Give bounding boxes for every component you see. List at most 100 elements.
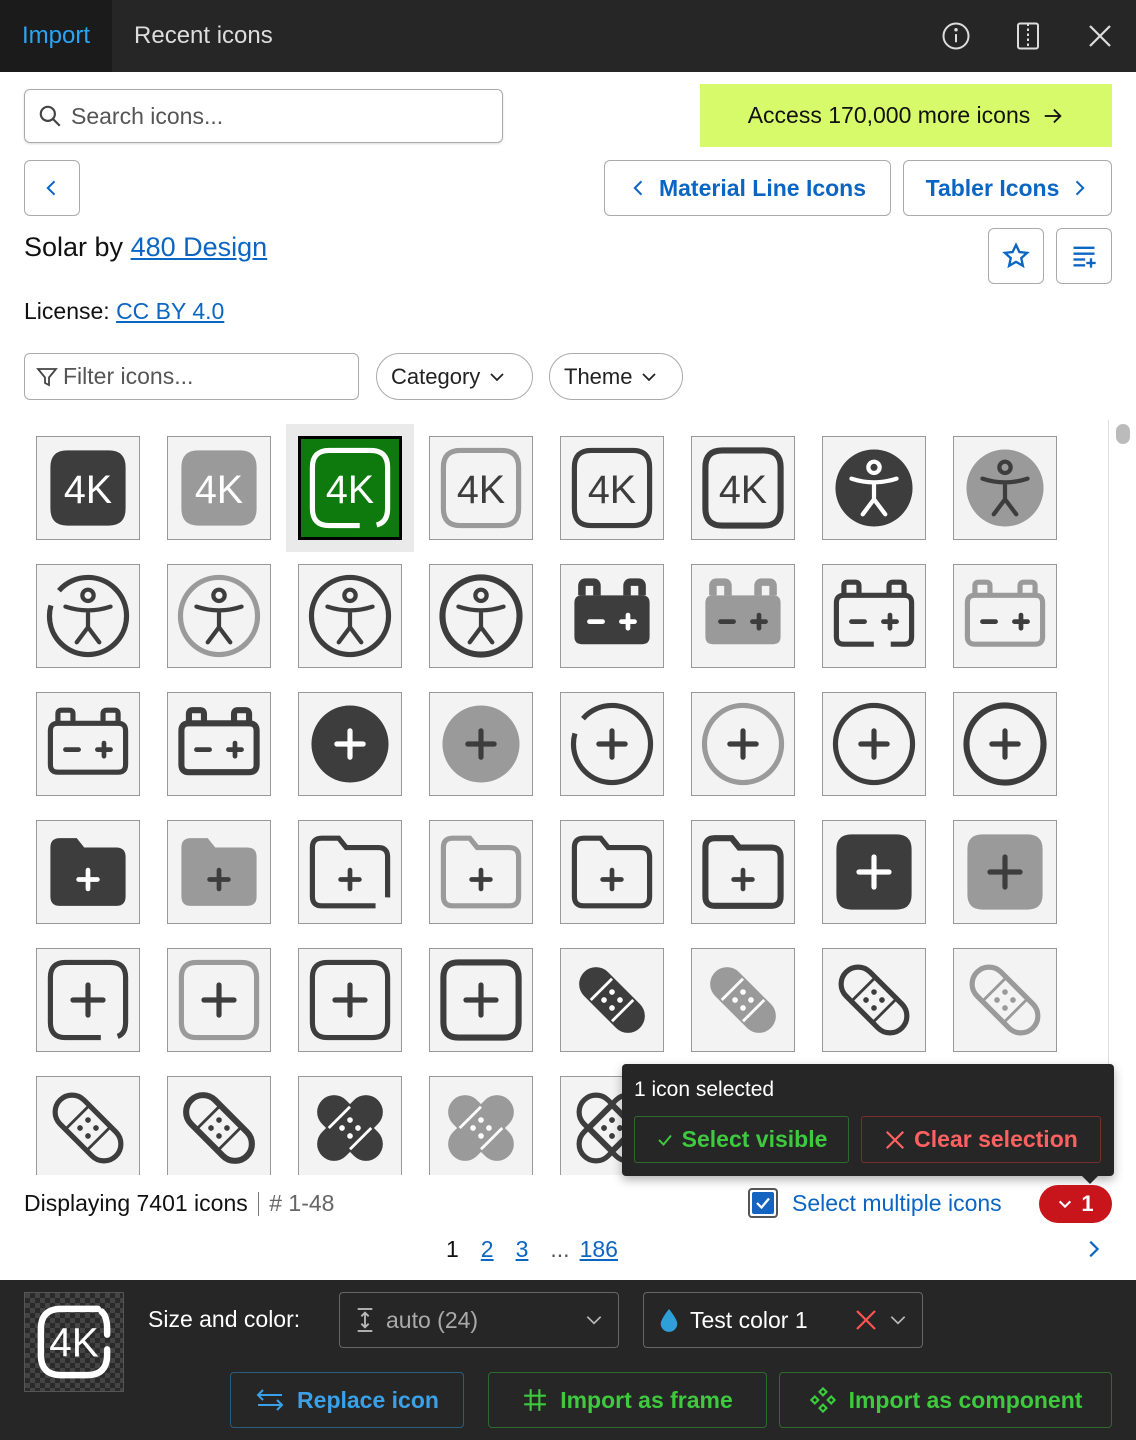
page-link[interactable]: 2	[481, 1236, 494, 1263]
add-square-bold-icon	[836, 834, 912, 910]
page-link-last[interactable]: 186	[580, 1236, 618, 1263]
icon-cell[interactable]	[298, 692, 402, 796]
icon-cell[interactable]	[953, 564, 1057, 668]
info-icon[interactable]	[920, 0, 992, 72]
import-as-component-button[interactable]: Import as component	[779, 1372, 1112, 1428]
icon-cell[interactable]: 4K	[298, 436, 402, 540]
replace-icon-button[interactable]: Replace icon	[230, 1372, 464, 1428]
split-view-icon[interactable]	[992, 0, 1064, 72]
icon-cell[interactable]	[953, 436, 1057, 540]
icon-cell[interactable]	[691, 564, 795, 668]
4k-broken-icon: 4K	[37, 1305, 111, 1379]
select-multiple-checkbox[interactable]	[748, 1188, 778, 1218]
adhesive-plaster-linear-icon	[52, 1092, 124, 1164]
icon-cell[interactable]	[167, 820, 271, 924]
tab-recent-icons[interactable]: Recent icons	[112, 0, 295, 72]
page-link[interactable]: 3	[516, 1236, 529, 1263]
icon-cell[interactable]	[298, 1076, 402, 1175]
icon-cell[interactable]	[822, 948, 926, 1052]
icon-cell[interactable]	[429, 820, 533, 924]
search-icon	[39, 105, 61, 127]
back-button[interactable]	[24, 160, 80, 216]
clear-selection-button[interactable]: Clear selection	[861, 1116, 1101, 1163]
icon-cell[interactable]	[36, 948, 140, 1052]
selection-count-badge[interactable]: 1	[1039, 1185, 1112, 1223]
scrollbar-thumb[interactable]	[1116, 424, 1130, 444]
filter-box[interactable]	[24, 353, 359, 400]
select-multiple-toggle[interactable]: Select multiple icons	[748, 1188, 1002, 1218]
icon-cell[interactable]	[298, 948, 402, 1052]
import-as-frame-label: Import as frame	[560, 1386, 733, 1413]
pagination: 1 2 3 ... 186	[446, 1236, 618, 1263]
icon-cell[interactable]	[429, 564, 533, 668]
icon-cell[interactable]	[36, 564, 140, 668]
icon-cell[interactable]: 4K	[691, 436, 795, 540]
icon-cell[interactable]	[36, 692, 140, 796]
close-icon[interactable]	[1064, 0, 1136, 72]
icon-cell[interactable]	[167, 948, 271, 1052]
icon-cell[interactable]	[953, 820, 1057, 924]
iconset-settings-button[interactable]	[1056, 228, 1112, 284]
icon-cell[interactable]	[691, 820, 795, 924]
icon-cell[interactable]	[822, 820, 926, 924]
icon-cell[interactable]	[560, 564, 664, 668]
accumulator-broken-icon	[833, 579, 915, 647]
filter-input[interactable]	[63, 363, 348, 390]
adhesive-plaster-bold-icon	[579, 967, 645, 1033]
remove-color-icon[interactable]	[854, 1308, 878, 1332]
check-icon	[756, 1197, 770, 1210]
previous-iconset-button[interactable]: Material Line Icons	[604, 160, 891, 216]
icon-cell[interactable]	[953, 692, 1057, 796]
import-as-frame-button[interactable]: Import as frame	[488, 1372, 767, 1428]
accessibility-line-duotone-icon	[177, 574, 261, 658]
accumulator-linear-icon	[47, 707, 129, 775]
icon-cell[interactable]	[167, 692, 271, 796]
icon-cell[interactable]	[691, 948, 795, 1052]
icon-cell[interactable]	[691, 692, 795, 796]
checkbox-fill	[752, 1192, 774, 1214]
icon-cell[interactable]: 4K	[429, 436, 533, 540]
icon-cell[interactable]: 4K	[560, 436, 664, 540]
arrow-right-icon	[1045, 108, 1062, 123]
icon-cell[interactable]	[167, 1076, 271, 1175]
icon-cell[interactable]	[298, 564, 402, 668]
theme-dropdown[interactable]: Theme	[549, 353, 683, 400]
iconset-title: Solar by 480 Design	[24, 232, 267, 263]
icon-cell[interactable]	[560, 692, 664, 796]
category-dropdown[interactable]: Category	[376, 353, 533, 400]
search-box[interactable]	[24, 89, 503, 143]
icon-cell[interactable]	[429, 1076, 533, 1175]
license-link[interactable]: CC BY 4.0	[116, 298, 224, 324]
import-as-component-label: Import as component	[848, 1386, 1083, 1413]
icon-cell[interactable]: 4K	[36, 436, 140, 540]
iconset-author-link[interactable]: 480 Design	[131, 232, 268, 262]
grid-scrollbar[interactable]	[1108, 420, 1136, 1175]
swap-arrows-icon	[256, 1389, 284, 1411]
next-iconset-button[interactable]: Tabler Icons	[903, 160, 1112, 216]
favorite-button[interactable]	[988, 228, 1044, 284]
icon-range: # 1-48	[269, 1190, 335, 1216]
icon-cell[interactable]	[167, 564, 271, 668]
icon-cell[interactable]	[560, 820, 664, 924]
icon-cell[interactable]	[36, 820, 140, 924]
accessibility-outline-icon	[439, 574, 523, 658]
search-input[interactable]	[71, 102, 490, 130]
next-page-icon[interactable]	[1082, 1238, 1104, 1260]
icon-cell[interactable]	[298, 820, 402, 924]
chevron-down-icon	[890, 1316, 906, 1325]
size-dropdown[interactable]: auto (24)	[339, 1292, 619, 1348]
icon-cell[interactable]	[429, 692, 533, 796]
icon-cell[interactable]	[429, 948, 533, 1052]
tab-import[interactable]: Import	[0, 0, 113, 72]
icon-cell[interactable]: 4K	[167, 436, 271, 540]
icon-cell[interactable]	[36, 1076, 140, 1175]
icon-cell[interactable]	[822, 564, 926, 668]
4k-line-duotone-icon: 4K	[440, 447, 522, 529]
select-visible-button[interactable]: Select visible	[634, 1116, 849, 1163]
color-dropdown[interactable]: Test color 1	[643, 1292, 923, 1348]
icon-cell[interactable]	[560, 948, 664, 1052]
icon-cell[interactable]	[822, 436, 926, 540]
icon-cell[interactable]	[953, 948, 1057, 1052]
access-more-icons-button[interactable]: Access 170,000 more icons	[700, 84, 1112, 147]
icon-cell[interactable]	[822, 692, 926, 796]
